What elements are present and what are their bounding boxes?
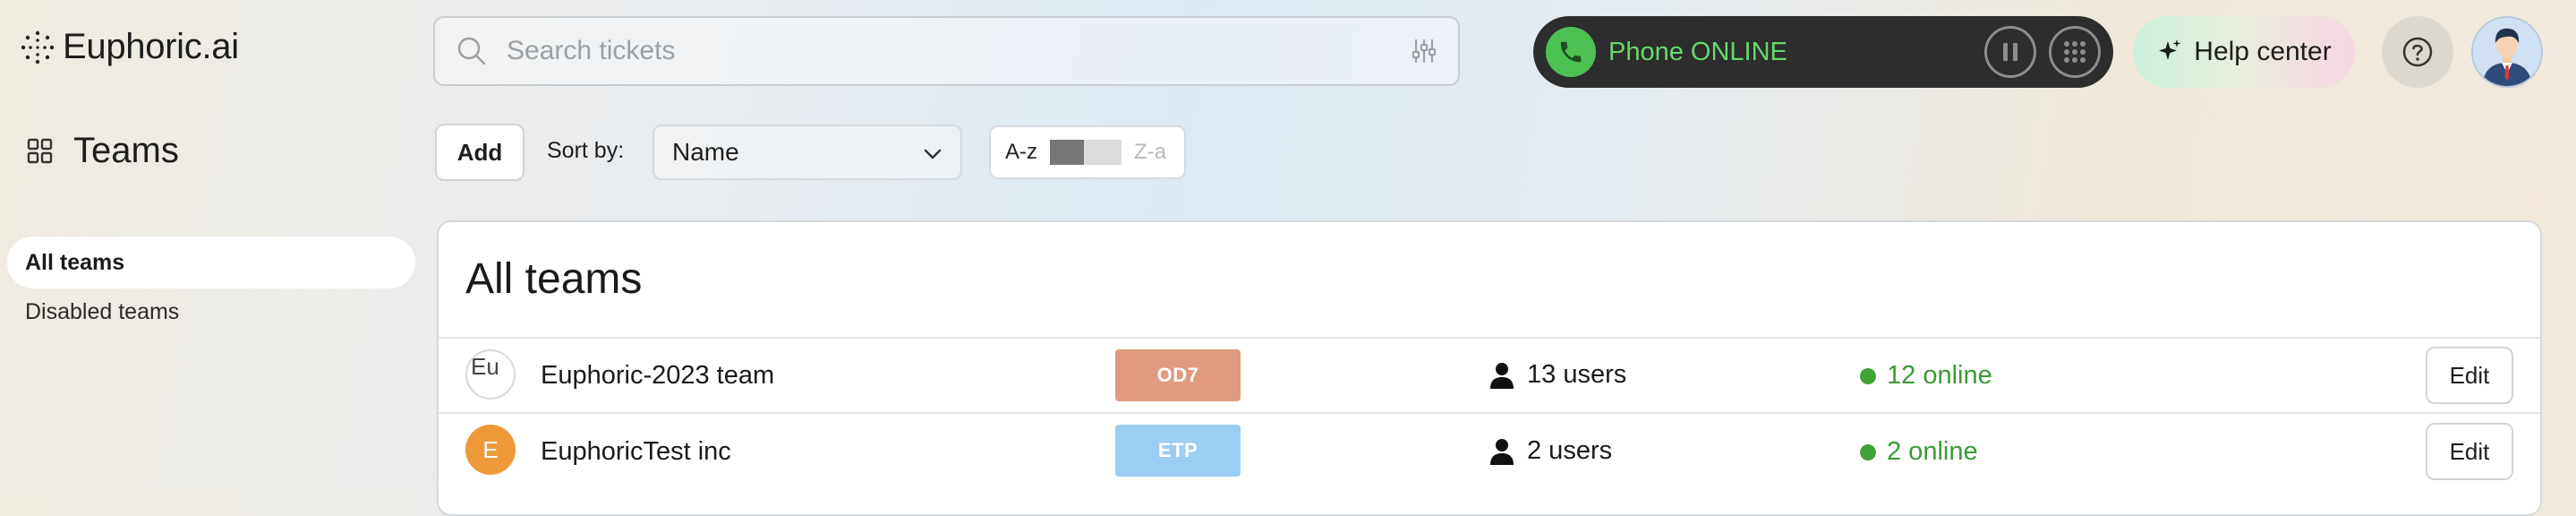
search-icon — [457, 37, 486, 65]
logo-dots-icon — [21, 30, 55, 64]
sort-az-label: A-z — [1005, 140, 1037, 164]
team-name[interactable]: Euphoric-2023 team — [541, 361, 774, 391]
logo-text: Euphoric.ai — [63, 27, 239, 66]
users-count-text: 2 users — [1527, 436, 1613, 465]
sort-order-switch[interactable] — [1050, 140, 1122, 165]
online-dot-icon — [1860, 443, 1876, 460]
team-name[interactable]: EuphoricTest inc — [541, 437, 731, 467]
search-bar[interactable] — [433, 16, 1460, 86]
sort-by-label: Sort by: — [547, 138, 625, 163]
grid-icon — [27, 138, 53, 163]
sidebar-item-all-teams[interactable]: All teams — [7, 236, 415, 288]
app-logo[interactable]: Euphoric.ai — [20, 27, 239, 67]
sort-select[interactable]: Name — [653, 125, 962, 180]
help-center-button[interactable]: Help center — [2133, 16, 2355, 88]
phone-status-text: Phone ONLINE — [1608, 37, 1787, 66]
search-input[interactable] — [505, 35, 1410, 67]
nav-section-header: Teams — [27, 131, 179, 171]
dialpad-button[interactable] — [2049, 26, 2101, 78]
pause-icon — [2003, 43, 2017, 61]
page-title: All teams — [465, 255, 643, 303]
filter-sliders-icon[interactable] — [1410, 37, 1438, 65]
dialpad-icon — [2064, 41, 2086, 63]
online-count-text: 12 online — [1887, 361, 1992, 390]
help-center-label: Help center — [2194, 37, 2332, 66]
users-count-text: 13 users — [1527, 360, 1627, 389]
user-avatar[interactable] — [2471, 16, 2543, 88]
nav-title: Teams — [73, 131, 179, 170]
users-count: 13 users — [1489, 360, 1626, 390]
question-icon — [2402, 37, 2433, 67]
avatar-image — [2473, 18, 2541, 86]
team-code-badge: OD7 — [1115, 349, 1241, 401]
sidebar-item-disabled-teams[interactable]: Disabled teams — [25, 299, 179, 325]
phone-icon[interactable] — [1546, 27, 1596, 77]
user-icon — [1490, 362, 1514, 389]
team-code-badge: ETP — [1115, 425, 1241, 477]
team-logo: Eu — [465, 349, 516, 400]
edit-button[interactable]: Edit — [2426, 423, 2513, 480]
online-status: 12 online — [1860, 361, 1992, 391]
add-team-button[interactable]: Add — [435, 124, 525, 181]
sort-za-label: Z-a — [1134, 140, 1166, 164]
sort-select-value: Name — [672, 138, 739, 166]
phone-status-bar[interactable]: Phone ONLINE — [1533, 16, 2113, 88]
switch-knob — [1050, 140, 1084, 165]
sparkle-icon — [2159, 39, 2181, 60]
edit-button[interactable]: Edit — [2426, 347, 2513, 404]
user-icon — [1490, 438, 1514, 465]
help-question-button[interactable] — [2382, 16, 2453, 88]
sort-order-toggle[interactable]: A-z Z-a — [989, 125, 1186, 179]
table-row: E EuphoricTest inc ETP 2 users 2 online … — [439, 414, 2540, 489]
table-row: Eu Euphoric-2023 team OD7 13 users 12 on… — [439, 339, 2540, 412]
users-count: 2 users — [1489, 436, 1612, 466]
online-count-text: 2 online — [1887, 437, 1978, 466]
pause-button[interactable] — [1984, 26, 2036, 78]
online-status: 2 online — [1860, 437, 1978, 467]
team-logo: E — [465, 425, 516, 475]
online-dot-icon — [1860, 367, 1876, 384]
chevron-down-icon — [924, 149, 942, 159]
